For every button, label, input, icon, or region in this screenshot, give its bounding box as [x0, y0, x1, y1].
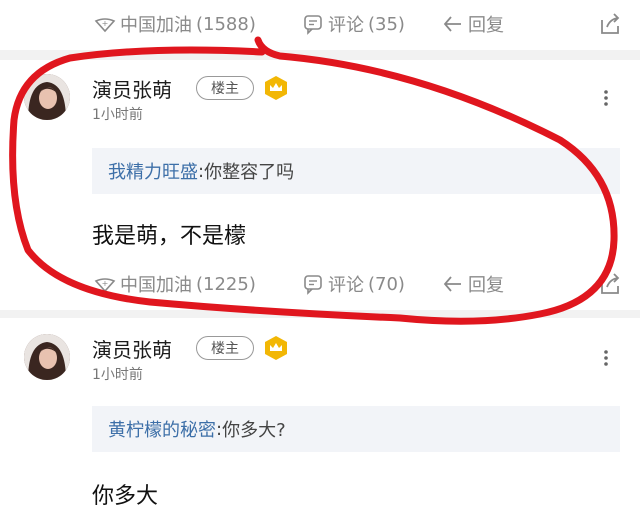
reply-icon [443, 276, 461, 292]
comment-action-bar: + 中国加油 (1225) 评论 (70) 回复 [0, 264, 640, 304]
avatar[interactable] [24, 334, 70, 380]
like-label: 中国加油 [120, 275, 192, 296]
comment-button[interactable]: 评论 (70) [302, 264, 405, 304]
share-icon[interactable] [598, 12, 622, 36]
quoted-user[interactable]: 我精力旺盛 [108, 158, 198, 184]
reply-button[interactable]: 回复 [442, 4, 504, 44]
like-label: 中国加油 [120, 15, 192, 36]
comment-icon [304, 15, 322, 35]
top-action-bar: + 中国加油 (1588) 评论 (35) 回复 [0, 4, 640, 44]
like-count: (1225) [196, 273, 256, 295]
comment-icon [304, 275, 322, 295]
avatar[interactable] [24, 74, 70, 120]
quoted-text: 你多大? [222, 420, 286, 441]
like-count: (1588) [196, 13, 256, 35]
comment-item: 演员张萌 楼主 1小时前 黄柠檬的秘密: 你多大? 你多大 [0, 318, 640, 515]
section-divider [0, 50, 640, 60]
reply-button[interactable]: 回复 [442, 264, 504, 304]
share-icon[interactable] [598, 272, 622, 296]
like-button[interactable]: + 中国加油 (1225) [94, 264, 256, 304]
comment-count: (70) [368, 273, 405, 295]
author-name[interactable]: 演员张萌 [92, 334, 172, 363]
quoted-text: 你整容了吗 [204, 162, 295, 183]
reply-label: 回复 [468, 15, 504, 36]
comment-button[interactable]: 评论 (35) [302, 4, 405, 44]
op-badge: 楼主 [196, 76, 254, 100]
quoted-reply[interactable]: 黄柠檬的秘密: 你多大? [92, 406, 620, 452]
like-button[interactable]: + 中国加油 (1588) [94, 4, 256, 44]
comment-label: 评论 [328, 15, 364, 36]
timestamp: 1小时前 [92, 107, 143, 123]
reply-icon [443, 16, 461, 32]
crown-icon [265, 76, 287, 100]
timestamp: 1小时前 [92, 367, 143, 383]
quoted-user[interactable]: 黄柠檬的秘密 [108, 416, 216, 442]
svg-text:+: + [102, 19, 109, 28]
crown-icon [265, 336, 287, 360]
comment-text: 我是萌，不是檬 [92, 224, 247, 249]
like-icon: + [94, 278, 116, 293]
more-icon[interactable] [598, 88, 614, 108]
quoted-reply[interactable]: 我精力旺盛: 你整容了吗 [92, 148, 620, 194]
reply-label: 回复 [468, 275, 504, 296]
like-icon: + [94, 18, 116, 33]
comment-count: (35) [368, 13, 405, 35]
section-divider [0, 310, 640, 318]
author-name[interactable]: 演员张萌 [92, 74, 172, 103]
svg-text:+: + [102, 279, 109, 288]
comment-text: 你多大 [92, 484, 159, 509]
op-badge: 楼主 [196, 336, 254, 360]
more-icon[interactable] [598, 348, 614, 368]
comment-item: 演员张萌 楼主 1小时前 我精力旺盛: 你整容了吗 我是萌，不是檬 + 中国加油… [0, 60, 640, 310]
comment-label: 评论 [328, 275, 364, 296]
